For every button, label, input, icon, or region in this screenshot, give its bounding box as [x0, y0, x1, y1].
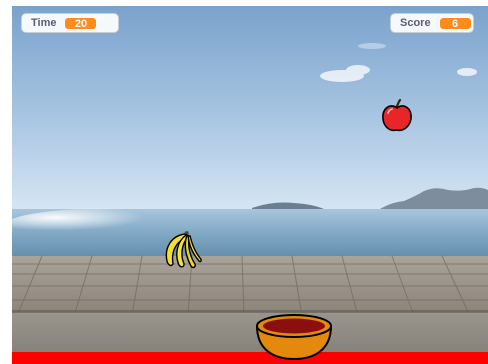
- banana-icon[interactable]: [158, 229, 202, 271]
- score-label: Score: [400, 17, 431, 29]
- time-monitor: Time 20: [21, 13, 119, 33]
- bowl-icon[interactable]: [254, 312, 334, 362]
- beach-backdrop: [12, 6, 488, 364]
- score-monitor: Score 6: [390, 13, 474, 33]
- time-value: 20: [64, 16, 98, 30]
- score-value: 6: [438, 16, 472, 30]
- time-label: Time: [31, 17, 57, 29]
- game-stage[interactable]: Time 20 Score 6: [12, 6, 488, 364]
- apple-icon[interactable]: [380, 99, 414, 135]
